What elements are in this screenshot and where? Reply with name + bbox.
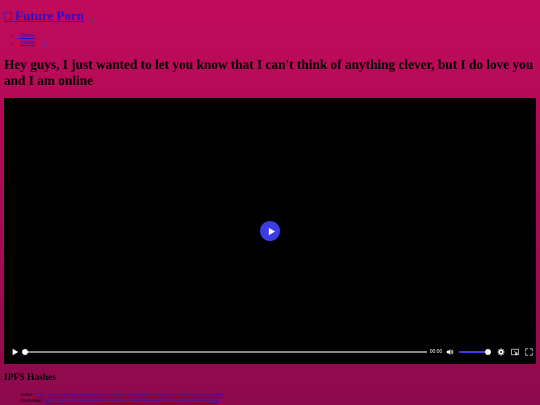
progress-track [24, 351, 427, 353]
pip-button[interactable] [509, 346, 521, 358]
progress-thumb[interactable] [22, 349, 28, 355]
play-button[interactable] [10, 346, 20, 358]
fullscreen-icon [525, 348, 533, 356]
site-home-link[interactable]: □ Future Porn [4, 8, 84, 23]
ipfs-heading: IPFS Hashes [4, 373, 56, 383]
fullscreen-button[interactable] [523, 346, 535, 358]
nav-link-about[interactable]: About [20, 40, 35, 46]
volume-slider[interactable] [459, 346, 491, 358]
mute-button[interactable] [444, 346, 456, 358]
nav-item-home: Home [20, 33, 35, 40]
current-time: 00:00 [429, 349, 443, 355]
picture-in-picture-icon [511, 348, 519, 356]
play-icon [268, 227, 275, 235]
hash-link[interactable]: https://ipfs.io/ipfs/QmYbWu8hE9kFqVfQ2zL… [35, 393, 224, 398]
settings-button[interactable] [495, 346, 507, 358]
post-title: Hey guys, I just wanted to let you know … [4, 57, 534, 88]
big-play-button[interactable] [260, 221, 280, 241]
volume-thumb[interactable] [485, 349, 491, 355]
hash-label: Thumbnail: [20, 399, 44, 404]
main-nav: Home About [4, 33, 35, 47]
video-player[interactable]: 00:00 [4, 98, 536, 364]
logo-icon: □ [4, 8, 12, 23]
nav-link-home[interactable]: Home [20, 33, 35, 39]
hash-link[interactable]: https://ipfs.io/ipfs/QmThumbA7cK9pLx2VwR… [45, 399, 219, 404]
gear-icon [497, 348, 505, 356]
site-title-text: Future Porn [15, 8, 84, 23]
hash-label: Video: [20, 393, 34, 398]
site-title: □ Future Porn [4, 8, 84, 24]
volume-icon [446, 349, 454, 355]
player-controls: 00:00 [4, 346, 536, 358]
ipfs-hash-list: Video: https://ipfs.io/ipfs/QmYbWu8hE9kF… [4, 393, 540, 405]
nav-item-about: About [20, 40, 35, 47]
play-icon [12, 348, 19, 356]
progress-bar[interactable] [22, 346, 427, 358]
list-item: Thumbnail: https://ipfs.io/ipfs/QmThumbA… [20, 399, 540, 405]
